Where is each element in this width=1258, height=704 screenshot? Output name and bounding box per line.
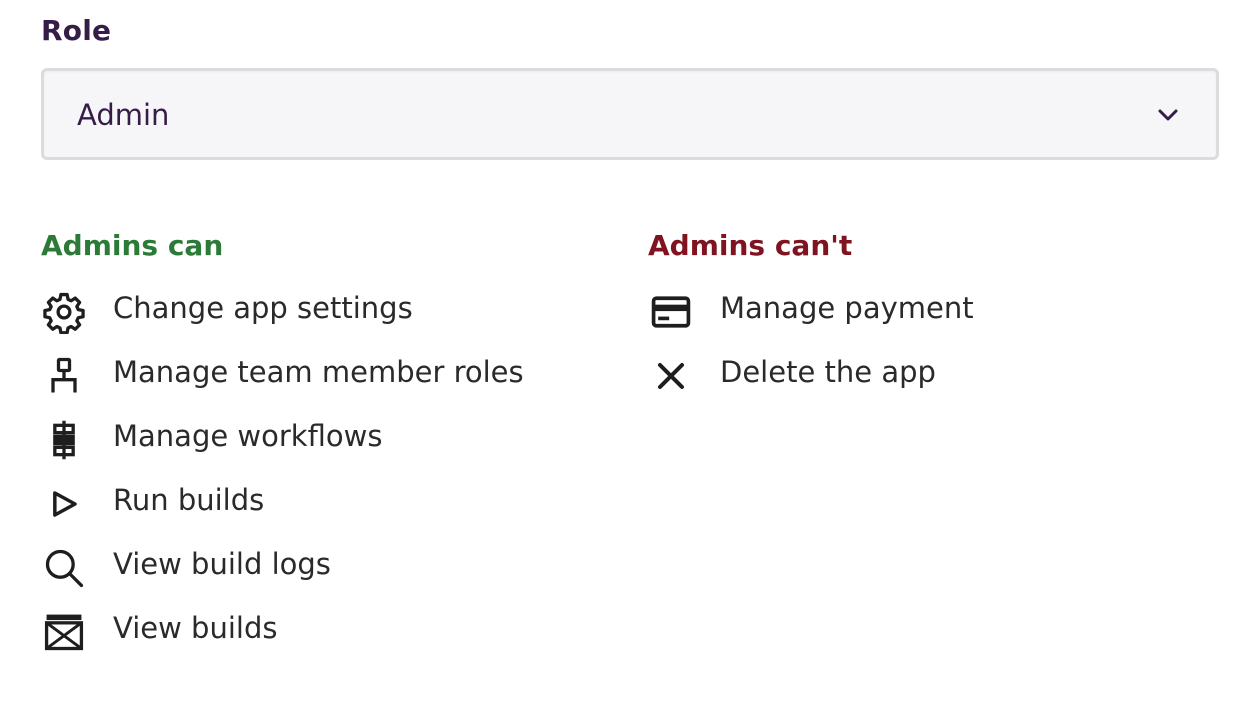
admins-can-list: Change app settings Manage team member r… xyxy=(41,270,524,654)
builds-icon xyxy=(41,610,87,654)
role-select-value: Admin xyxy=(77,98,170,132)
admins-can-section: Admins can Change app settings Manage te… xyxy=(41,226,524,654)
workflow-icon xyxy=(41,418,87,462)
admins-cannot-section: Admins can't Manage payment Delete the a… xyxy=(648,226,974,398)
play-icon xyxy=(41,482,87,526)
chevron-down-icon[interactable] xyxy=(1156,103,1180,127)
list-item: Delete the app xyxy=(648,334,936,398)
person-icon xyxy=(41,354,87,398)
permission-label: Manage payment xyxy=(720,291,974,325)
permission-label: View build logs xyxy=(113,547,331,581)
permission-label: Change app settings xyxy=(113,291,413,325)
admins-cannot-title: Admins can't xyxy=(648,229,853,262)
permission-label: Manage workflows xyxy=(113,419,383,453)
admins-cannot-list: Manage payment Delete the app xyxy=(648,270,974,398)
permission-label: View builds xyxy=(113,611,278,645)
list-item: Manage workflows xyxy=(41,398,382,462)
role-label: Role xyxy=(41,14,112,47)
list-item: Manage team member roles xyxy=(41,334,524,398)
permission-label: Delete the app xyxy=(720,355,936,389)
permission-label: Run builds xyxy=(113,483,265,517)
role-permissions-panel: Role Admin Admins can Change app setting… xyxy=(0,0,1258,704)
close-icon xyxy=(648,354,694,398)
list-item: Change app settings xyxy=(41,270,413,334)
search-icon xyxy=(41,546,87,590)
admins-can-title: Admins can xyxy=(41,229,224,262)
permission-label: Manage team member roles xyxy=(113,355,524,389)
list-item: Manage payment xyxy=(648,270,974,334)
gear-icon xyxy=(41,290,87,334)
list-item: View builds xyxy=(41,590,277,654)
role-select[interactable]: Admin xyxy=(41,68,1219,160)
list-item: View build logs xyxy=(41,526,331,590)
credit-card-icon xyxy=(648,290,694,334)
list-item: Run builds xyxy=(41,462,264,526)
